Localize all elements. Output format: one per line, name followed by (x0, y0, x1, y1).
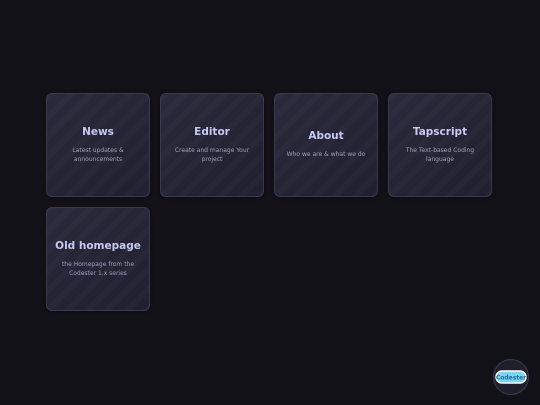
about-card[interactable]: About Who we are & what we do (274, 93, 378, 197)
codester-logo-button[interactable]: Codester (493, 359, 529, 395)
card-title: News (82, 126, 114, 138)
card-description: the Homepage from the Codester 1.x serie… (61, 261, 135, 277)
old-homepage-card[interactable]: Old homepage the Homepage from the Codes… (46, 207, 150, 311)
card-description: Who we are & what we do (286, 151, 366, 159)
card-description: Create and manage Your project (174, 147, 250, 163)
card-title: Tapscript (412, 126, 468, 138)
news-card[interactable]: News Latest updates & announcements (46, 93, 150, 197)
page: News Latest updates & announcements Edit… (0, 0, 540, 405)
card-title: Editor (194, 126, 230, 138)
logo-text: Codester (496, 374, 526, 381)
card-description: Latest updates & announcements (72, 147, 124, 163)
card-description: The Text-based Coding language (405, 147, 475, 163)
editor-card[interactable]: Editor Create and manage Your project (160, 93, 264, 197)
codester-logo-icon: Codester (495, 370, 527, 384)
card-grid: News Latest updates & announcements Edit… (46, 93, 494, 311)
tapscript-card[interactable]: Tapscript The Text-based Coding language (388, 93, 492, 197)
card-title: Old homepage (55, 240, 141, 252)
card-title: About (308, 130, 344, 143)
